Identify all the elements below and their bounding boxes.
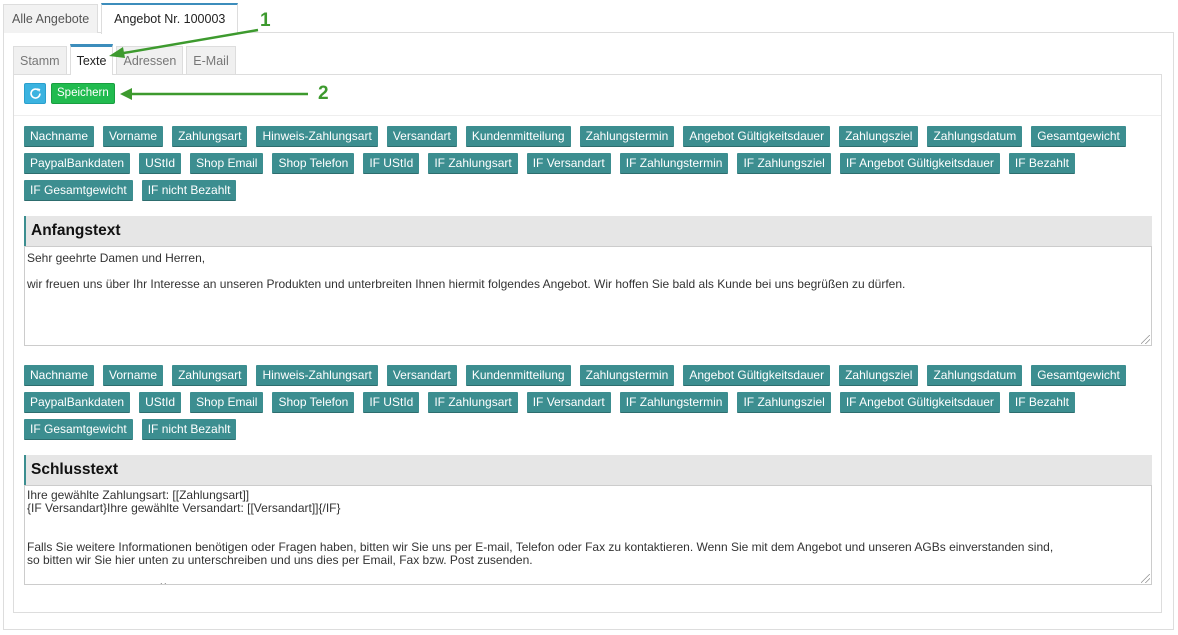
annotation-arrow-1 xyxy=(117,28,259,56)
annotation-label-2: 2 xyxy=(318,83,329,104)
annotation-label-1: 1 xyxy=(260,10,271,31)
annotation-overlay xyxy=(109,28,308,100)
annotation-arrowhead-2 xyxy=(120,88,132,100)
annotation-arrowhead-1 xyxy=(109,47,125,58)
